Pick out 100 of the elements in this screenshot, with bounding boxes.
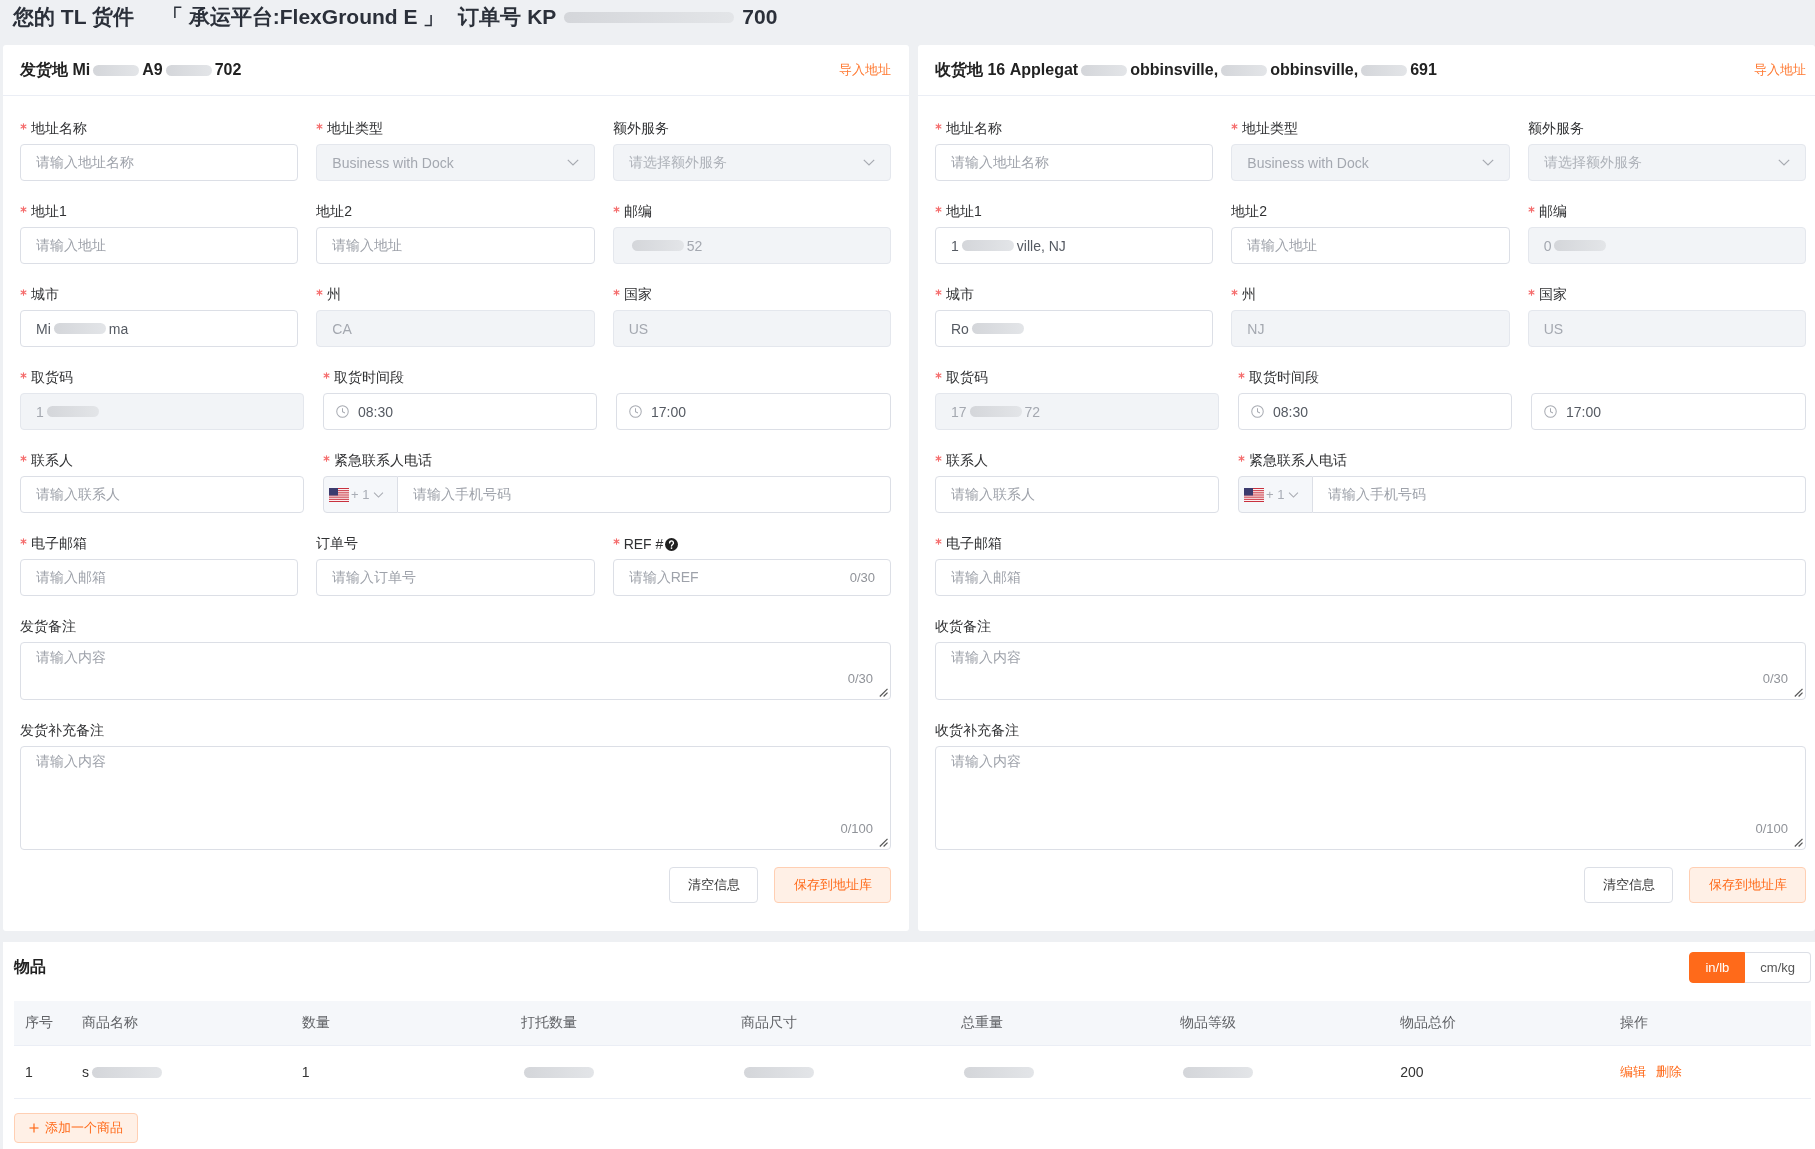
column-header: 数量	[301, 1014, 330, 1030]
text-field[interactable]: 请输入地址	[316, 227, 595, 264]
phone-input[interactable]: 请输入手机号码	[1313, 476, 1806, 513]
chevron-down-icon	[373, 491, 385, 498]
column-header: 总重量	[960, 1014, 1003, 1030]
field-label: 订单号	[316, 535, 359, 553]
redaction-smear	[971, 323, 1024, 334]
column-header: 商品名称	[82, 1014, 138, 1030]
column-header: 序号	[25, 1014, 53, 1030]
text-field[interactable]: 请输入邮箱	[20, 559, 299, 596]
column-header: 商品尺寸	[741, 1014, 798, 1030]
field-label: 联系人	[946, 452, 988, 470]
page-title: 「 承运平台:FlexGround E 」	[161, 4, 445, 30]
chevron-down-icon	[863, 159, 875, 166]
text-field[interactable]: 请输入地址	[1231, 227, 1510, 264]
field-label: 取货码	[31, 369, 73, 387]
field-label: REF #	[623, 536, 664, 552]
flag-icon	[329, 487, 349, 502]
field-label: 取货码	[946, 369, 988, 387]
resize-grip-icon[interactable]	[879, 838, 888, 847]
field-label: 紧急联系人电话	[334, 452, 432, 470]
save-button[interactable]: 保存到地址库	[1689, 867, 1806, 903]
field-label: 收货备注	[935, 618, 991, 636]
field-label: 州	[1242, 286, 1257, 304]
text-field[interactable]: 请输入订单号	[316, 559, 595, 596]
page-title: 订单号 KP	[458, 4, 557, 30]
redaction-smear	[961, 240, 1014, 251]
page-title: 700	[742, 5, 778, 29]
redaction-smear	[744, 1066, 815, 1078]
textarea-field[interactable]: 请输入内容 0/30	[20, 642, 891, 700]
help-icon[interactable]	[665, 537, 679, 551]
text-field[interactable]: Mi ma	[20, 310, 299, 347]
panel-heading: 691	[1410, 61, 1437, 79]
textarea-field[interactable]: 请输入内容 0/30	[935, 642, 1806, 700]
redaction-smear	[53, 323, 106, 334]
field-label: 电子邮箱	[31, 535, 87, 553]
clear-button[interactable]: 清空信息	[669, 867, 758, 903]
table-cell: 200	[1400, 1064, 1424, 1080]
field-label: 额外服务	[612, 120, 669, 138]
clear-button[interactable]: 清空信息	[1584, 867, 1673, 903]
textarea-field[interactable]: 请输入内容 0/100	[935, 746, 1806, 850]
edit-link[interactable]: 编辑	[1619, 1063, 1646, 1081]
field-label: 城市	[946, 286, 974, 304]
phone-input[interactable]: 请输入手机号码	[398, 476, 891, 513]
resize-grip-icon[interactable]	[1794, 838, 1803, 847]
import-address-link[interactable]: 导入地址	[1754, 61, 1806, 79]
unit-toggle[interactable]: cm/kg	[1745, 952, 1811, 983]
time-field[interactable]: 08:30	[1238, 393, 1512, 430]
flag-icon	[1244, 487, 1264, 502]
time-field[interactable]: 17:00	[1531, 393, 1806, 430]
redaction-smear	[93, 64, 140, 76]
time-field[interactable]: 08:30	[323, 393, 597, 430]
field-label: 紧急联系人电话	[1249, 452, 1347, 470]
resize-grip-icon[interactable]	[1794, 688, 1803, 697]
text-field[interactable]: 请输入联系人	[20, 476, 304, 513]
field-label: 收货补充备注	[935, 722, 1019, 740]
field-label: 地址类型	[327, 120, 384, 138]
table-cell: 1	[301, 1064, 310, 1080]
column-header: 操作	[1619, 1014, 1648, 1030]
panel-heading: 收货地 16 Applegat	[935, 59, 1079, 81]
chevron-down-icon	[1778, 159, 1790, 166]
field-label: 地址2	[1231, 203, 1268, 221]
clock-icon	[1544, 405, 1557, 418]
field-label: 取货时间段	[334, 369, 404, 387]
text-field[interactable]: 请输入地址	[20, 227, 299, 264]
import-address-link[interactable]: 导入地址	[839, 61, 891, 79]
delete-link[interactable]: 删除	[1655, 1063, 1682, 1081]
field-label: 国家	[623, 286, 652, 304]
clock-icon	[1251, 405, 1264, 418]
text-field[interactable]: 请输入地址名称	[20, 144, 299, 181]
column-header: 物品总价	[1400, 1014, 1457, 1030]
time-field[interactable]: 17:00	[616, 393, 891, 430]
resize-grip-icon[interactable]	[879, 688, 888, 697]
page-title: 您的 TL 货件	[13, 4, 134, 30]
redaction-smear	[1221, 64, 1268, 76]
field-label: 地址类型	[1242, 120, 1299, 138]
panel-heading: obbinsville,	[1130, 61, 1219, 79]
text-field[interactable]: Ro	[935, 310, 1214, 347]
text-field[interactable]: 请输入联系人	[935, 476, 1219, 513]
text-field[interactable]: 1 ville, NJ	[935, 227, 1214, 264]
field-label: 地址名称	[31, 120, 87, 138]
add-item-button[interactable]: 添加一个商品	[14, 1113, 138, 1143]
text-field[interactable]: 请输入地址名称	[935, 144, 1214, 181]
text-field[interactable]: 请输入REF 0/30	[612, 559, 891, 596]
redaction-smear	[1554, 240, 1607, 251]
field-label: 联系人	[31, 452, 73, 470]
panel-heading: 发货地 Mi	[20, 59, 91, 81]
chevron-down-icon	[566, 159, 579, 166]
save-button[interactable]: 保存到地址库	[774, 867, 891, 903]
textarea-field[interactable]: 请输入内容 0/100	[20, 746, 891, 850]
country-code-select[interactable]: + 1	[1238, 476, 1313, 513]
field-label: 地址1	[31, 203, 67, 221]
panel-heading: obbinsville,	[1270, 61, 1359, 79]
text-field[interactable]: 请输入邮箱	[935, 559, 1806, 596]
plus-icon	[29, 1123, 39, 1133]
redaction-smear	[969, 406, 1022, 417]
unit-toggle[interactable]: in/lb	[1689, 952, 1746, 983]
field-label: 国家	[1538, 286, 1567, 304]
country-code-select[interactable]: + 1	[323, 476, 398, 513]
field-label: 州	[327, 286, 342, 304]
